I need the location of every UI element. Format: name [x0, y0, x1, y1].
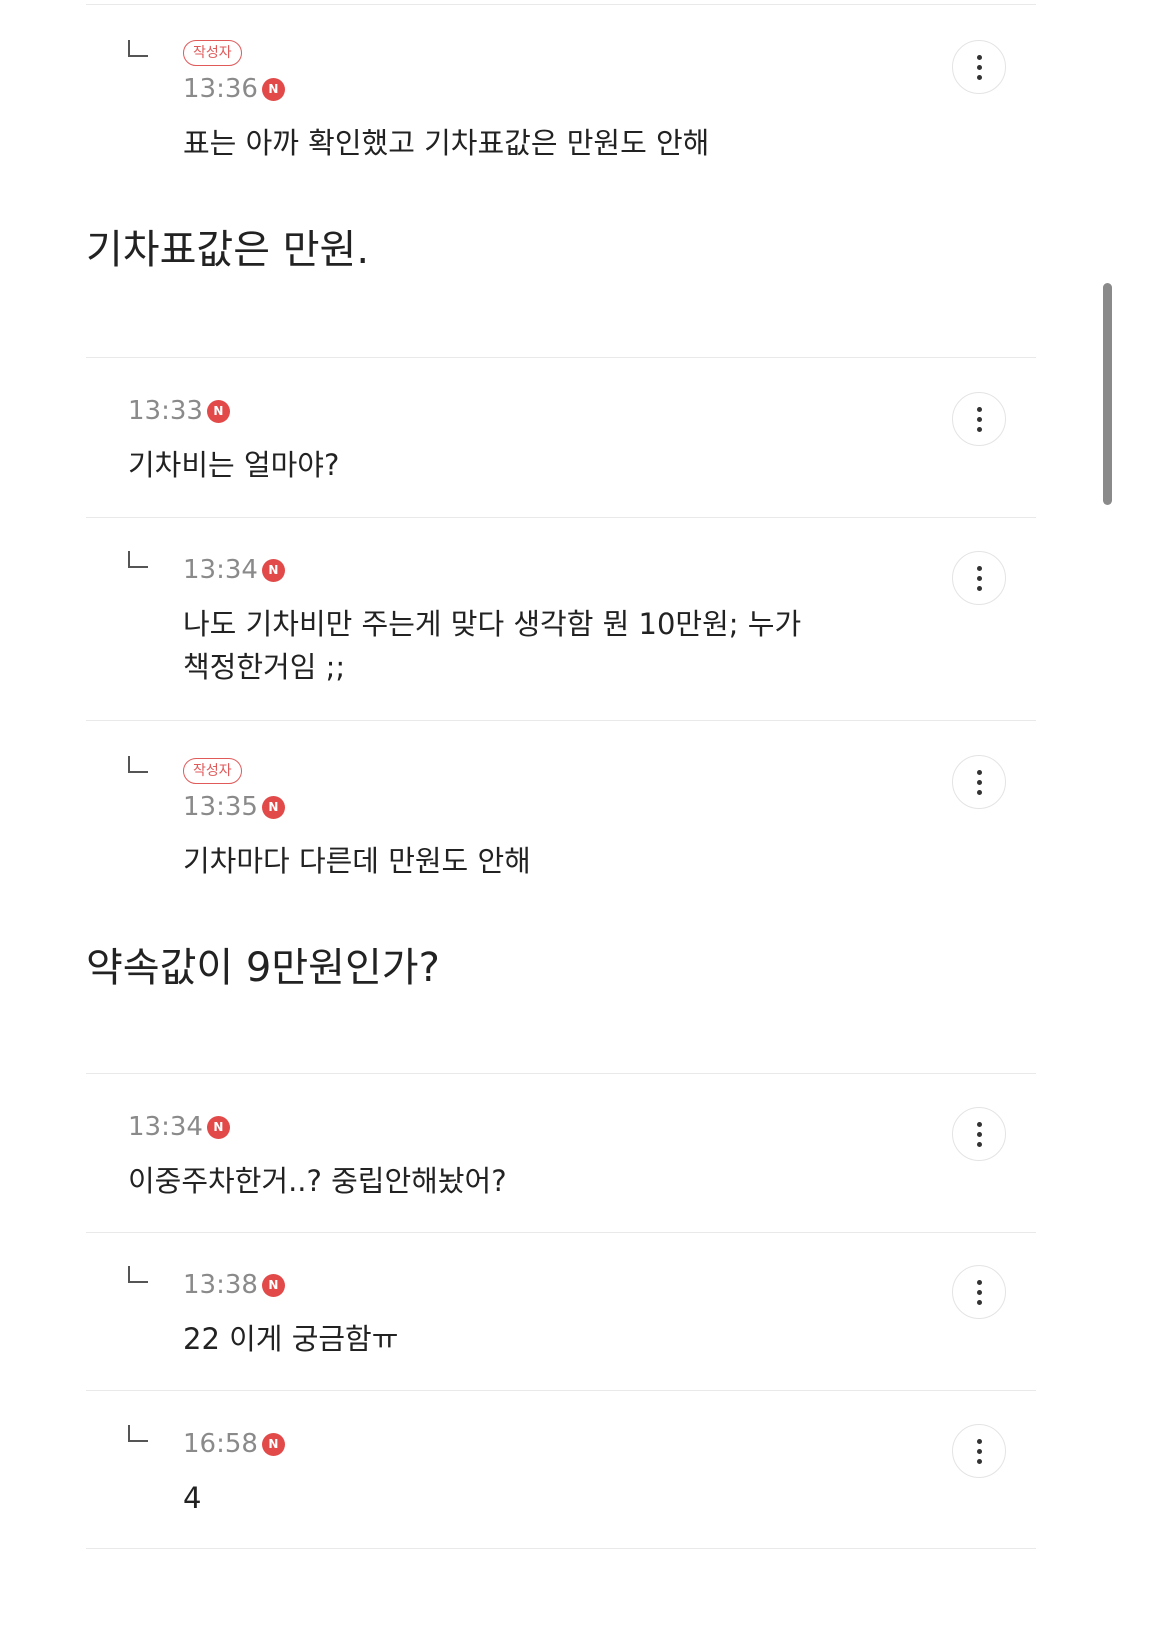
new-badge-icon: N	[261, 558, 285, 582]
reply-arrow-icon	[128, 1425, 148, 1442]
new-badge-icon: N	[206, 399, 230, 423]
more-icon	[976, 1121, 982, 1127]
comment-timestamp: 13:33	[128, 396, 203, 426]
more-icon	[976, 565, 982, 571]
divider	[86, 1548, 1036, 1549]
reply-comment: 13:34 N 나도 기차비만 주는게 맞다 생각함 뭔 10만원; 누가 책정…	[86, 551, 1036, 703]
comment-timestamp: 13:36	[183, 74, 258, 104]
comment-text-line: 책정한거임 ;;	[183, 650, 346, 684]
more-options-button[interactable]	[952, 1107, 1006, 1161]
comment-text: 이중주차한거..? 중립안해놨어?	[128, 1164, 507, 1198]
more-icon	[976, 54, 982, 60]
reply-arrow-icon	[128, 551, 148, 568]
more-options-button[interactable]	[952, 755, 1006, 809]
comment: 13:34 N 이중주차한거..? 중립안해놨어?	[86, 1107, 1036, 1210]
post-body-text: 기차표값은 만원.	[86, 227, 370, 273]
comment-text: 표는 아까 확인했고 기차표값은 만원도 안해	[183, 126, 710, 160]
reply-comment: 16:58 N 4	[86, 1424, 1036, 1527]
divider	[86, 720, 1036, 721]
reply-comment: 작성자 13:35 N 기차마다 다른데 만원도 안해	[86, 755, 1036, 898]
new-badge-icon: N	[261, 1273, 285, 1297]
divider	[86, 1232, 1036, 1233]
comment-text: 나도 기차비만 주는게 맞다 생각함 뭔 10만원; 누가 책정한거임 ;;	[183, 603, 1036, 689]
comment: 13:33 N 기차비는 얼마야?	[86, 392, 1036, 494]
reply-arrow-icon	[128, 756, 148, 773]
comment-time: 13:34 N	[183, 553, 1036, 587]
scrollbar[interactable]	[1103, 283, 1112, 505]
comment-text: 기차마다 다른데 만원도 안해	[183, 844, 531, 878]
more-icon	[976, 769, 982, 775]
comment-text: 4	[183, 1481, 202, 1515]
more-icon	[976, 406, 982, 412]
reply-comment: 작성자 13:36 N 표는 아까 확인했고 기차표값은 만원도 안해	[86, 40, 1036, 180]
comment-time: 13:36 N	[183, 72, 1036, 106]
comment-time: 13:35 N	[183, 790, 1036, 824]
comment-timestamp: 13:34	[183, 555, 258, 585]
comment-time: 13:33 N	[128, 394, 1036, 428]
comment-time: 13:38 N	[183, 1268, 1036, 1302]
more-options-button[interactable]	[952, 551, 1006, 605]
new-badge-icon: N	[261, 77, 285, 101]
divider	[86, 357, 1036, 358]
author-badge: 작성자	[183, 40, 242, 66]
new-badge-icon: N	[206, 1115, 230, 1139]
author-badge: 작성자	[183, 758, 242, 784]
more-icon	[976, 1438, 982, 1444]
comment-time: 13:34 N	[128, 1110, 1036, 1144]
comment-timestamp: 13:38	[183, 1270, 258, 1300]
divider	[86, 517, 1036, 518]
more-options-button[interactable]	[952, 1424, 1006, 1478]
more-options-button[interactable]	[952, 392, 1006, 446]
reply-arrow-icon	[128, 1266, 148, 1283]
divider	[86, 1073, 1036, 1074]
reply-comment: 13:38 N 22 이게 궁금함ㅠ	[86, 1265, 1036, 1368]
new-badge-icon: N	[261, 795, 285, 819]
comment-text: 22 이게 궁금함ㅠ	[183, 1322, 399, 1356]
more-options-button[interactable]	[952, 40, 1006, 94]
comment-timestamp: 16:58	[183, 1429, 258, 1459]
comment-text-line: 나도 기차비만 주는게 맞다 생각함 뭔 10만원; 누가	[183, 607, 802, 641]
comment-time: 16:58 N	[183, 1427, 1036, 1461]
more-options-button[interactable]	[952, 1265, 1006, 1319]
new-badge-icon: N	[261, 1432, 285, 1456]
divider	[86, 1390, 1036, 1391]
post-body-text: 약속값이 9만원인가?	[86, 945, 440, 991]
more-icon	[976, 1279, 982, 1285]
reply-arrow-icon	[128, 40, 148, 57]
comment-timestamp: 13:35	[183, 792, 258, 822]
comment-text: 기차비는 얼마야?	[128, 448, 340, 482]
divider	[86, 4, 1036, 5]
comment-timestamp: 13:34	[128, 1112, 203, 1142]
